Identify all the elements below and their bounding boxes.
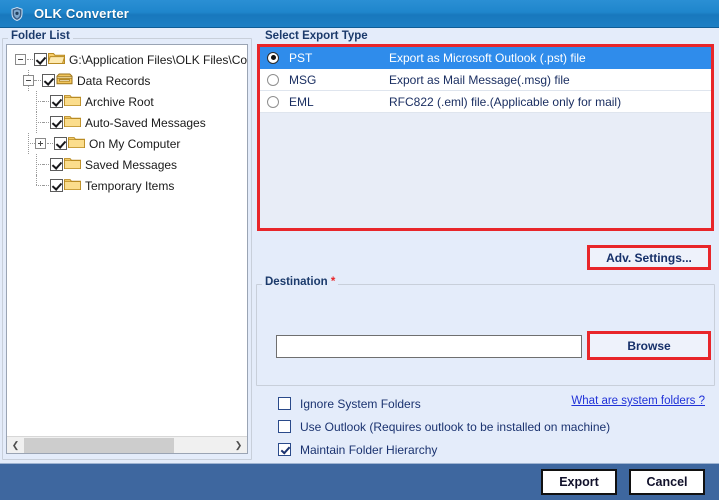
tree-item-archive-root[interactable]: Archive Root <box>7 91 247 112</box>
archive-box-icon <box>56 72 73 89</box>
export-option-description: RFC822 (.eml) file.(Applicable only for … <box>389 94 622 109</box>
open-folder-icon <box>47 51 66 68</box>
tree-item-label: Saved Messages <box>85 157 178 172</box>
radio-eml[interactable] <box>267 95 279 108</box>
browse-label: Browse <box>627 338 671 353</box>
folder-icon <box>64 177 81 194</box>
destination-label-text: Destination <box>265 276 328 288</box>
radio-pst[interactable] <box>267 51 279 64</box>
tree-connector <box>43 164 49 165</box>
tree-connector <box>31 112 43 133</box>
tree-checkbox[interactable] <box>42 74 55 87</box>
tree-connector <box>23 133 35 154</box>
destination-group: Destination * Browse <box>256 276 715 386</box>
tree-checkbox[interactable] <box>50 116 63 129</box>
adv-settings-label: Adv. Settings... <box>606 250 692 265</box>
export-type-list[interactable]: PST Export as Microsoft Outlook (.pst) f… <box>260 47 711 228</box>
tree-item-on-my-computer[interactable]: On My Computer <box>7 133 247 154</box>
footer-bar: Export Cancel <box>0 463 719 500</box>
export-option-code: EML <box>289 94 314 109</box>
tree-item-label: Archive Root <box>85 94 154 109</box>
window-title: OLK Converter <box>34 6 130 21</box>
folder-tree[interactable]: G:\Application Files\OLK Files\Com Data … <box>7 45 247 436</box>
tree-connector <box>27 59 33 60</box>
tree-checkbox[interactable] <box>50 179 63 192</box>
tree-item-data-records[interactable]: Data Records <box>7 70 247 91</box>
export-button-label: Export <box>559 475 599 489</box>
folder-icon <box>64 93 81 110</box>
tree-expander-minus-icon[interactable] <box>15 54 26 65</box>
folder-list-group-label: Folder List <box>8 30 73 42</box>
checkbox-ignore-system-folders[interactable] <box>278 397 291 410</box>
tree-item-label: G:\Application Files\OLK Files\Com <box>69 52 247 67</box>
tree-item-label: Temporary Items <box>85 178 175 193</box>
cancel-button-label: Cancel <box>646 475 688 489</box>
window-titlebar: OLK Converter <box>0 0 719 28</box>
destination-path-input[interactable] <box>276 335 582 358</box>
tree-connector <box>47 143 53 144</box>
tree-expander-minus-icon[interactable] <box>23 75 34 86</box>
browse-button[interactable]: Browse <box>587 331 711 360</box>
option-use-outlook[interactable]: Use Outlook (Requires outlook to be inst… <box>256 415 715 438</box>
export-list-empty-area <box>260 113 711 228</box>
client-area: Folder List G:\Application Files\OLK Fil… <box>0 28 719 463</box>
option-ignore-system-folders[interactable]: Ignore System Folders What are system fo… <box>256 392 715 415</box>
tree-checkbox[interactable] <box>50 158 63 171</box>
required-marker: * <box>330 276 336 288</box>
export-option-description: Export as Microsoft Outlook (.pst) file <box>389 50 586 65</box>
export-option-code: MSG <box>289 72 317 87</box>
scrollbar-thumb[interactable] <box>24 437 174 453</box>
tree-checkbox[interactable] <box>50 95 63 108</box>
scrollbar-track[interactable] <box>174 438 230 453</box>
tree-item-auto-saved-messages[interactable]: Auto-Saved Messages <box>7 112 247 133</box>
folder-icon <box>64 114 81 131</box>
radio-msg[interactable] <box>267 73 279 86</box>
export-button[interactable]: Export <box>541 469 617 495</box>
folder-icon <box>68 135 85 152</box>
tree-checkbox[interactable] <box>34 53 47 66</box>
destination-group-label: Destination * <box>262 276 339 288</box>
export-option-eml[interactable]: EML RFC822 (.eml) file.(Applicable only … <box>260 91 711 113</box>
app-shield-icon <box>9 6 25 22</box>
scroll-left-arrow-icon[interactable]: ❮ <box>7 437 24 453</box>
tree-connector <box>35 80 41 81</box>
tree-item-saved-messages[interactable]: Saved Messages <box>7 154 247 175</box>
tree-checkbox[interactable] <box>54 137 67 150</box>
tree-connector <box>43 185 49 186</box>
folder-tree-horizontal-scrollbar[interactable]: ❮ ❯ <box>7 436 247 453</box>
tree-connector <box>31 154 43 175</box>
export-option-msg[interactable]: MSG Export as Mail Message(.msg) file <box>260 69 711 91</box>
export-option-pst[interactable]: PST Export as Microsoft Outlook (.pst) f… <box>260 47 711 69</box>
scroll-right-arrow-icon[interactable]: ❯ <box>230 437 247 453</box>
tree-item-label: Data Records <box>77 73 151 88</box>
tree-expander-plus-icon[interactable] <box>35 138 46 149</box>
tree-item-root[interactable]: G:\Application Files\OLK Files\Com <box>7 49 247 70</box>
option-maintain-folder-hierarchy[interactable]: Maintain Folder Hierarchy <box>256 438 715 461</box>
export-type-group-label: Select Export Type <box>262 30 371 42</box>
tree-item-temporary-items[interactable]: Temporary Items <box>7 175 247 196</box>
checkbox-maintain-folder-hierarchy[interactable] <box>278 443 291 456</box>
export-type-highlight-box: PST Export as Microsoft Outlook (.pst) f… <box>257 44 714 231</box>
checkbox-use-outlook[interactable] <box>278 420 291 433</box>
folder-list-group: Folder List G:\Application Files\OLK Fil… <box>2 30 252 460</box>
options-section: Ignore System Folders What are system fo… <box>256 392 715 462</box>
option-label: Maintain Folder Hierarchy <box>300 442 438 457</box>
tree-item-label: Auto-Saved Messages <box>85 115 206 130</box>
folder-icon <box>64 156 81 173</box>
option-label: Use Outlook (Requires outlook to be inst… <box>300 419 611 434</box>
option-label: Ignore System Folders <box>300 396 421 411</box>
system-folders-help-link[interactable]: What are system folders ? <box>571 395 705 407</box>
export-option-description: Export as Mail Message(.msg) file <box>389 72 570 87</box>
folder-tree-panel[interactable]: G:\Application Files\OLK Files\Com Data … <box>6 44 248 454</box>
export-type-group: Select Export Type PST Export as Microso… <box>256 30 715 232</box>
cancel-button[interactable]: Cancel <box>629 469 705 495</box>
export-option-code: PST <box>289 50 313 65</box>
tree-connector <box>31 91 43 112</box>
adv-settings-button[interactable]: Adv. Settings... <box>587 245 711 270</box>
tree-connector <box>43 122 49 123</box>
tree-connector <box>43 101 49 102</box>
tree-connector <box>31 175 43 196</box>
right-column: Select Export Type PST Export as Microso… <box>256 30 717 460</box>
tree-item-label: On My Computer <box>89 136 181 151</box>
